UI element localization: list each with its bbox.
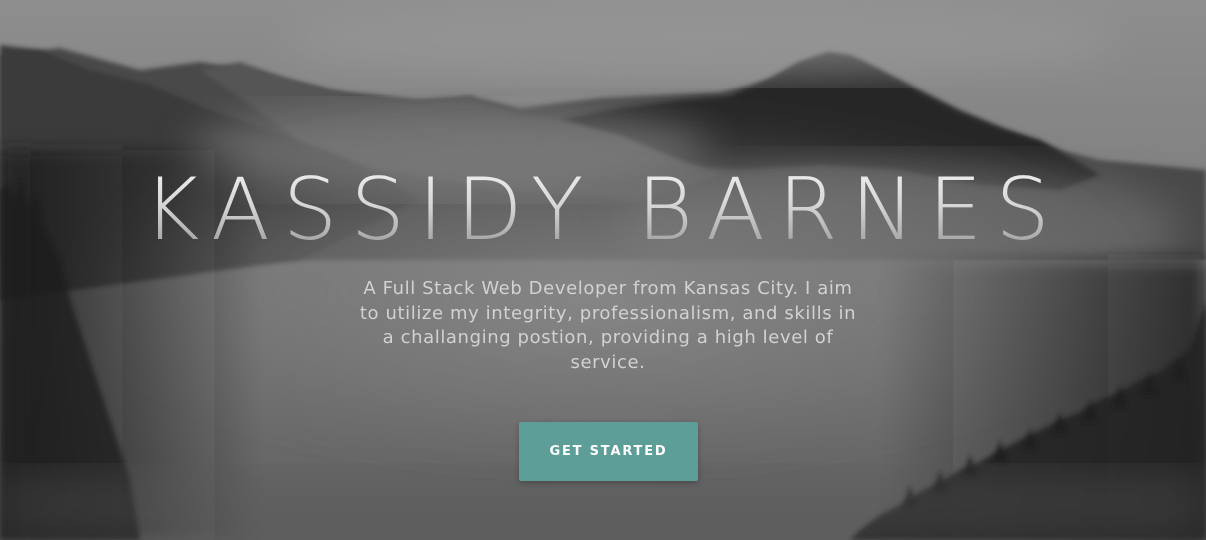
- hero-content: KASSIDY BARNES A Full Stack Web Develope…: [0, 0, 1206, 540]
- hero-section: KASSIDY BARNES A Full Stack Web Develope…: [0, 0, 1206, 540]
- hero-name-heading: KASSIDY BARNES: [0, 160, 1206, 260]
- get-started-button[interactable]: GET STARTED: [519, 422, 698, 481]
- hero-bio-text: A Full Stack Web Developer from Kansas C…: [359, 278, 857, 373]
